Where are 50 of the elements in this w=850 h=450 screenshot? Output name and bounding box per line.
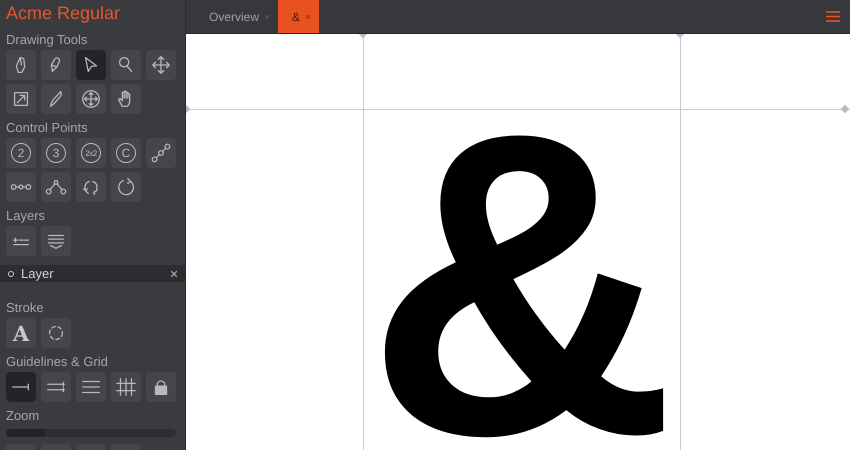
tool-button[interactable] (111, 372, 141, 402)
menu-icon[interactable] (826, 11, 840, 22)
layer-row[interactable]: Layer (0, 265, 185, 282)
tool-button[interactable] (111, 84, 141, 114)
tab[interactable]: & (278, 0, 320, 33)
control-point-button[interactable]: 2 (6, 138, 36, 168)
guide-handle[interactable] (840, 104, 850, 114)
stroke-button[interactable]: A (6, 318, 36, 348)
tool-button[interactable] (41, 172, 71, 202)
grid-icon (115, 376, 137, 398)
tool-button[interactable] (41, 226, 71, 256)
tool-button[interactable] (76, 172, 106, 202)
control-point-button[interactable]: 2x2 (76, 138, 106, 168)
tool-button[interactable] (146, 372, 176, 402)
move-icon (150, 54, 172, 76)
tool-button[interactable] (76, 372, 106, 402)
refresh-icon (115, 176, 137, 198)
tool-button[interactable] (6, 172, 36, 202)
tool-button[interactable] (111, 50, 141, 80)
tool-button[interactable] (6, 84, 36, 114)
section-title: Guidelines & Grid (5, 353, 109, 370)
glyph-preview: & (366, 70, 677, 450)
app-title: Acme Regular (5, 2, 122, 25)
tool-button[interactable] (41, 372, 71, 402)
section-title: Control Points (5, 119, 89, 136)
section-title: Stroke (5, 299, 45, 316)
section-title: Zoom (5, 407, 40, 424)
tool-button[interactable] (41, 318, 71, 348)
tool-button[interactable] (76, 84, 106, 114)
section-title: Layers (5, 207, 46, 224)
circle-arrows-icon (80, 88, 102, 110)
tool-button[interactable] (111, 172, 141, 202)
tool-button[interactable] (76, 50, 106, 80)
tab[interactable]: Overview (195, 0, 278, 33)
control-point-button[interactable]: 3 (41, 138, 71, 168)
tool-button[interactable] (6, 372, 36, 402)
nodes-icon (10, 183, 32, 191)
tool-button[interactable] (146, 50, 176, 80)
tool-button[interactable] (41, 84, 71, 114)
zoom-slider[interactable] (6, 429, 176, 437)
nodes-icon (150, 142, 172, 164)
tool-button[interactable] (6, 50, 36, 80)
tool-button[interactable] (6, 226, 36, 256)
circle-icon (8, 270, 14, 276)
close-icon[interactable] (171, 270, 177, 276)
tool-button[interactable] (41, 50, 71, 80)
tool-button[interactable] (146, 138, 176, 168)
control-point-button[interactable]: C (111, 138, 141, 168)
layer-name: Layer (21, 266, 55, 281)
section-title: Drawing Tools (5, 31, 88, 48)
